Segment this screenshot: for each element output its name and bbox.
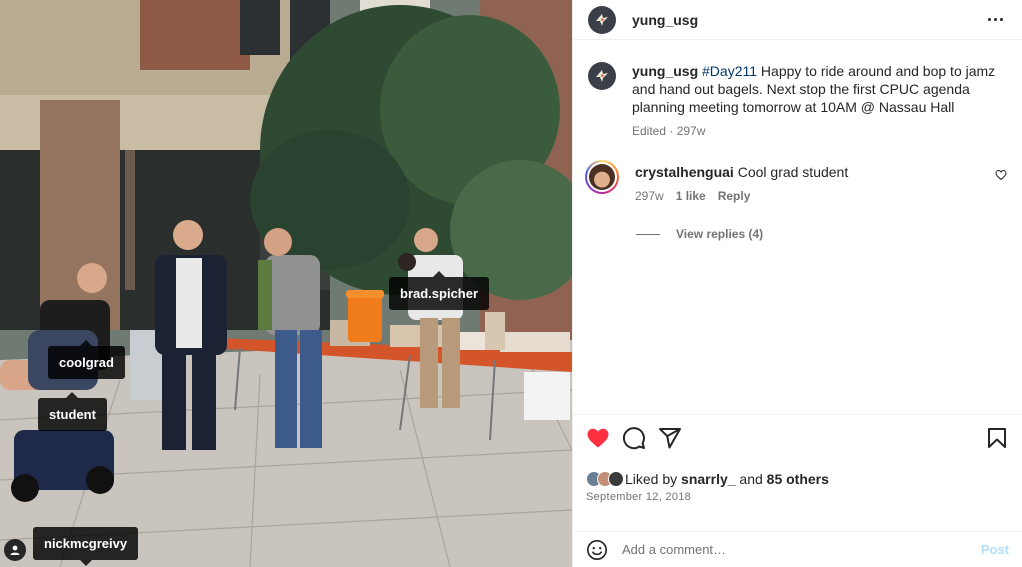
author-avatar[interactable] [588,5,616,34]
comment-meta: 297w 1 like Reply [635,187,848,205]
comment-input[interactable] [622,542,981,557]
liked-by-user[interactable]: snarrly_ [681,471,735,487]
heart-icon[interactable] [586,426,610,450]
view-replies-label: View replies (4) [676,227,764,241]
post-date[interactable]: September 12, 2018 [586,491,1009,503]
user-tag-icon[interactable] [4,539,26,561]
commenter-avatar[interactable] [585,160,619,194]
view-replies-button[interactable]: View replies (4) [636,227,1007,241]
share-icon[interactable] [658,426,682,450]
bookmark-icon[interactable] [985,426,1009,450]
caption-meta: Edited · 297w [632,122,1007,140]
post-side-panel: yung_usg yung_usg #Day211 Happy to ride … [572,0,1022,567]
caption-hashtag[interactable]: #Day211 [702,63,757,79]
liker-avatars [586,471,624,487]
comments-list: yung_usg #Day211 Happy to ride around an… [573,40,1022,414]
comment-item: crystalhenguai Cool grad student 297w 1 … [585,160,1007,205]
action-icons [586,425,1009,451]
likes-summary[interactable]: Liked by snarrly_ and 85 others [586,471,1009,487]
post-comment-button[interactable]: Post [981,542,1009,557]
post-actions: Liked by snarrly_ and 85 others Septembe… [573,414,1022,531]
comment-likes[interactable]: 1 like [676,187,706,205]
more-icon[interactable] [983,8,1007,32]
photo-tag-nickmcgreivy[interactable]: nickmcgreivy [33,527,139,566]
comment-age: 297w [635,189,664,203]
photo-tag-brad-spicher[interactable]: brad.spicher [389,271,490,310]
post-header: yung_usg [573,0,1022,40]
liked-by-prefix: Liked by [625,471,678,487]
comment-username[interactable]: crystalhenguai [635,164,734,180]
emoji-icon[interactable] [586,539,608,561]
comment-composer: Post [573,531,1022,567]
caption-row: yung_usg #Day211 Happy to ride around an… [588,62,1007,140]
comment-body: crystalhenguai Cool grad student 297w 1 … [635,163,848,205]
view-replies-line [636,233,660,235]
photo-tag-coolgrad[interactable]: coolgrad [48,340,125,379]
caption-body: yung_usg #Day211 Happy to ride around an… [632,62,1007,140]
caption-username[interactable]: yung_usg [632,63,698,79]
post-photo[interactable]: coolgrad student brad.spicher nickmcgrei… [0,0,572,567]
comment-heart-icon[interactable] [995,169,1007,181]
caption-edited-age: Edited · 297w [632,124,706,138]
comment-icon[interactable] [622,426,646,450]
comment-reply-button[interactable]: Reply [718,187,751,205]
comment-text: Cool grad student [737,164,849,180]
liked-by-and: and [739,471,763,487]
photo-tag-student[interactable]: student [38,392,107,431]
liked-by-others[interactable]: 85 others [767,471,829,487]
post-dialog: coolgrad student brad.spicher nickmcgrei… [0,0,1022,567]
author-username[interactable]: yung_usg [632,12,698,28]
caption-author-avatar[interactable] [588,62,616,90]
